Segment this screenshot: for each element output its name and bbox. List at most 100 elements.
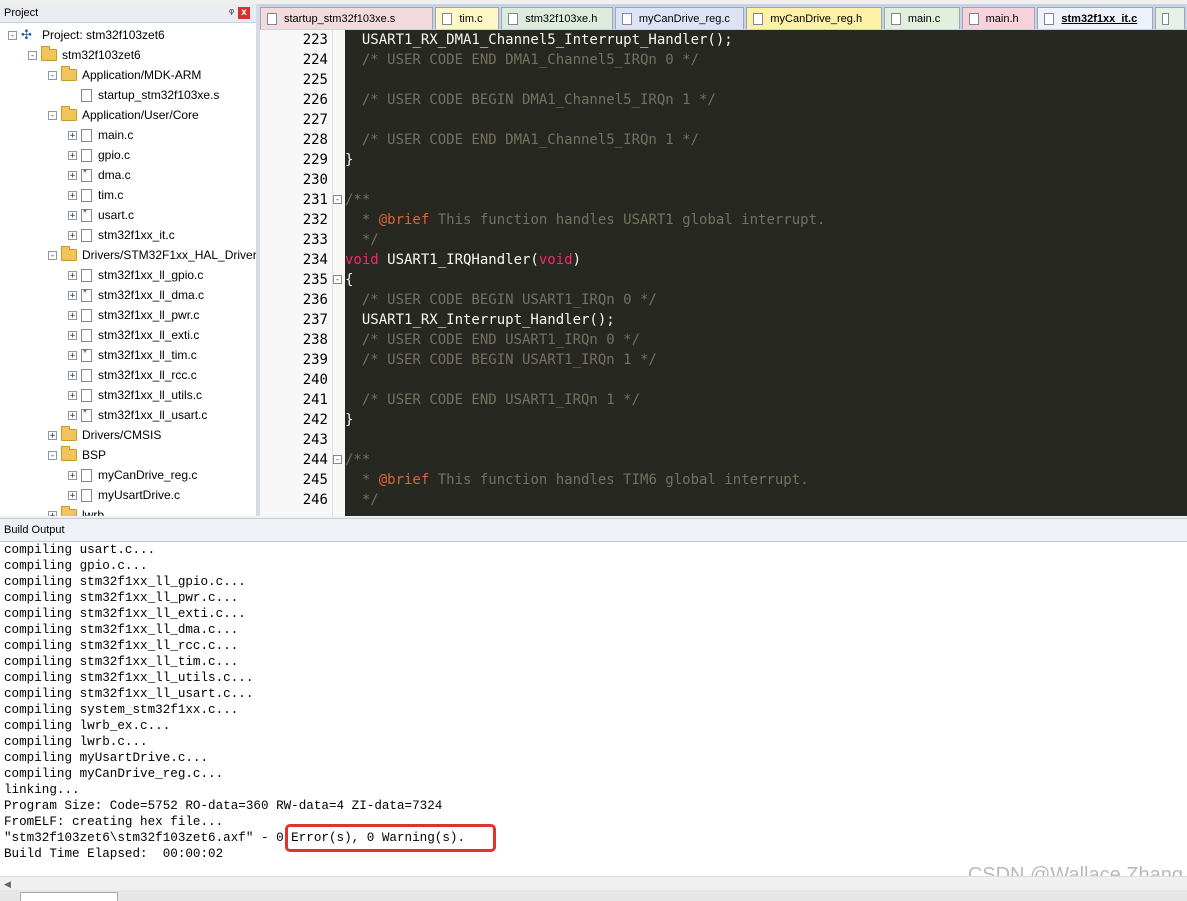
tree-item[interactable]: + usart.c (68, 205, 134, 225)
collapse-icon[interactable]: - (48, 70, 57, 80)
horizontal-scrollbar[interactable]: ◀ (0, 876, 1187, 891)
tree-item[interactable]: + myCanDrive_reg.c (68, 465, 197, 485)
expand-icon[interactable]: + (68, 230, 77, 240)
scroll-left-icon[interactable]: ◀ (4, 877, 11, 891)
collapse-icon[interactable]: - (48, 450, 57, 460)
line-number: 224 (302, 52, 328, 68)
code-token: * (345, 212, 379, 228)
tree-item[interactable]: - Application/User/Core (48, 105, 199, 125)
fold-toggle-icon[interactable]: - (333, 195, 342, 205)
line-number: 223 (302, 32, 328, 48)
editor-tab[interactable]: myCanDrive_reg.c (614, 7, 745, 29)
expand-icon[interactable]: + (48, 430, 57, 440)
tree-item[interactable]: + stm32f1xx_ll_gpio.c (68, 265, 203, 285)
expand-icon[interactable]: + (68, 470, 77, 480)
collapse-icon[interactable]: - (48, 250, 57, 260)
tree-item-label: startup_stm32f103xe.s (98, 88, 220, 102)
tree-item[interactable]: + stm32f1xx_ll_rcc.c (68, 365, 197, 385)
code-token: { (345, 272, 354, 288)
expand-icon[interactable]: + (68, 370, 77, 380)
expand-icon[interactable]: + (68, 170, 77, 180)
tree-item[interactable]: + stm32f1xx_ll_tim.c (68, 345, 197, 365)
editor-tab[interactable]: tim.c (435, 7, 500, 29)
code-line: */ (345, 230, 379, 250)
code-token: */ (345, 232, 379, 248)
collapse-icon[interactable]: - (8, 30, 17, 40)
editor-tab-label: myCanDrive_reg.h (770, 12, 863, 25)
line-number: 238 (302, 332, 328, 348)
code-editor[interactable]: 223 224 225 226 227 228 229 230 231 232 233 234 235 2… (260, 30, 1187, 516)
expand-icon[interactable]: + (48, 510, 57, 516)
expand-icon[interactable]: + (68, 190, 77, 200)
bottom-tab[interactable] (20, 892, 118, 901)
tree-item[interactable]: + myUsartDrive.c (68, 485, 180, 505)
expand-icon[interactable]: + (68, 410, 77, 420)
tree-item[interactable]: + dma.c (68, 165, 131, 185)
editor-tab[interactable]: startup_stm32f103xe.s (260, 7, 434, 29)
fold-toggle-icon[interactable]: - (333, 275, 342, 285)
expand-icon[interactable]: + (68, 490, 77, 500)
expand-icon[interactable]: + (68, 290, 77, 300)
tree-item[interactable]: - stm32f103zet6 (28, 45, 141, 65)
expand-icon[interactable]: + (68, 130, 77, 140)
tree-item[interactable]: + stm32f1xx_ll_pwr.c (68, 305, 199, 325)
expand-icon[interactable]: + (68, 350, 77, 360)
tree-item-label: myUsartDrive.c (98, 488, 181, 502)
line-number: 235 (302, 272, 328, 288)
build-output-line: compiling usart.c... (4, 543, 156, 557)
build-output-line: Build Time Elapsed: 00:00:02 (4, 847, 224, 861)
editor-tab[interactable]: main.h (961, 7, 1036, 29)
code-line: /** (345, 190, 370, 210)
tree-item[interactable]: + main.c (68, 125, 133, 145)
tree-item[interactable]: + gpio.c (68, 145, 130, 165)
tree-item[interactable]: + stm32f1xx_ll_dma.c (68, 285, 204, 305)
tree-item-label: tim.c (98, 188, 124, 202)
collapse-icon[interactable]: - (48, 110, 57, 120)
file-options-icon (81, 288, 92, 302)
close-icon[interactable]: x (238, 7, 250, 19)
editor-tab[interactable]: myCanDrive_reg.h (746, 7, 882, 29)
tree-item[interactable]: startup_stm32f103xe.s (68, 85, 219, 105)
expand-icon[interactable]: + (68, 390, 77, 400)
editor-tab[interactable] (1155, 7, 1186, 29)
code-token: /** (345, 192, 371, 208)
code-token: */ (345, 492, 379, 508)
editor-tab[interactable]: stm32f103xe.h (501, 7, 613, 29)
build-output-line: compiling stm32f1xx_ll_dma.c... (4, 623, 239, 637)
editor-tab[interactable]: main.c (883, 7, 960, 29)
tree-item-label: usart.c (98, 208, 135, 222)
code-line: /* USER CODE END DMA1_Channel5_IRQn 1 */ (345, 130, 699, 150)
tree-item[interactable]: + stm32f1xx_it.c (68, 225, 175, 245)
editor-tab[interactable]: stm32f1xx_it.c (1037, 7, 1154, 29)
expand-icon[interactable]: + (68, 330, 77, 340)
line-number: 229 (302, 152, 328, 168)
expand-icon[interactable]: + (68, 150, 77, 160)
code-line: /* USER CODE END DMA1_Channel5_IRQn 0 */ (345, 50, 699, 70)
tree-item[interactable]: + stm32f1xx_ll_utils.c (68, 385, 202, 405)
tree-item[interactable]: - BSP (48, 445, 106, 465)
file-icon (968, 12, 979, 25)
expand-icon[interactable]: + (68, 210, 77, 220)
tree-item-label: stm32f1xx_ll_pwr.c (98, 308, 200, 322)
tree-item[interactable]: - ✣ Project: stm32f103zet6 (8, 25, 165, 45)
editor-tab-label: main.h (985, 12, 1019, 25)
tree-item[interactable]: + Drivers/CMSIS (48, 425, 161, 445)
collapse-icon[interactable]: - (28, 50, 37, 60)
tree-item[interactable]: - Drivers/STM32F1xx_HAL_Driver (48, 245, 256, 265)
line-number: 237 (302, 312, 328, 328)
fold-toggle-icon[interactable]: - (333, 455, 342, 465)
file-icon (753, 12, 764, 25)
tree-item-label: dma.c (98, 168, 131, 182)
file-icon (81, 88, 92, 102)
tree-item-label: lwrb (82, 508, 105, 516)
code-token: } (345, 152, 354, 168)
tree-item[interactable]: + stm32f1xx_ll_exti.c (68, 325, 199, 345)
expand-icon[interactable]: + (68, 270, 77, 280)
tree-item[interactable]: - Application/MDK-ARM (48, 65, 201, 85)
code-token: USART1_RX_DMA1_Channel5_Interrupt_Handle… (345, 32, 733, 48)
expand-icon[interactable]: + (68, 310, 77, 320)
tree-item[interactable]: + stm32f1xx_ll_usart.c (68, 405, 207, 425)
tree-item[interactable]: + tim.c (68, 185, 123, 205)
tree-item[interactable]: + lwrb (48, 505, 104, 516)
pin-icon[interactable]: ᵠ (229, 4, 234, 22)
